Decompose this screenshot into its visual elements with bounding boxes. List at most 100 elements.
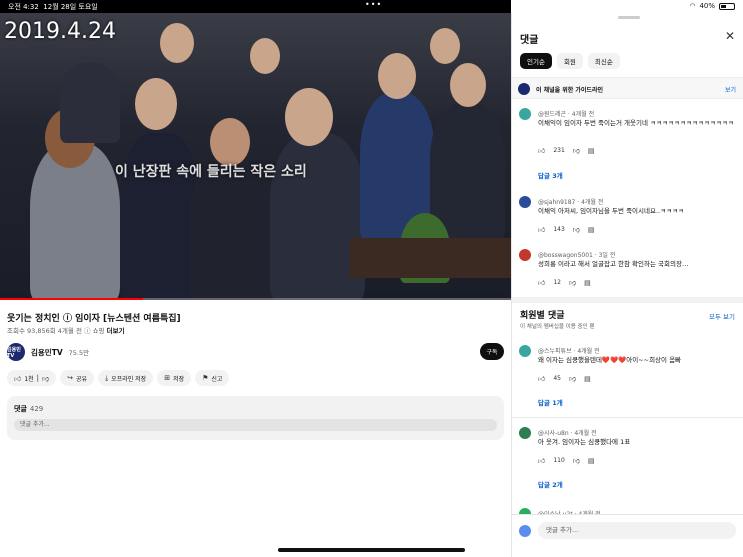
- comment-author[interactable]: @원드레곤 · 4개월 전: [538, 109, 594, 118]
- chip-newest[interactable]: 최신순: [587, 53, 620, 69]
- separator: [512, 417, 743, 418]
- like-count: 1천: [24, 375, 34, 383]
- comment-author[interactable]: @bosswagon5001 · 3일 전: [538, 250, 615, 259]
- battery-icon: [719, 2, 735, 10]
- avatar[interactable]: [519, 249, 531, 261]
- download-button[interactable]: ⤓ 오프라인 저장: [98, 370, 154, 386]
- guidelines-banner[interactable]: 이 채널을 위한 가이드라인 보기: [512, 77, 743, 99]
- channel-subscribers: 75.5만: [68, 349, 90, 357]
- chip-members[interactable]: 회원: [556, 53, 583, 69]
- report-button[interactable]: ⚑ 신고: [195, 370, 230, 386]
- comment-author[interactable]: @시사-u8n · 4개월 전: [538, 428, 597, 437]
- thumbs-up-icon[interactable]: 👍︎: [538, 456, 545, 465]
- like-count: 143: [553, 226, 565, 233]
- close-icon[interactable]: ✕: [725, 29, 735, 43]
- guidelines-link[interactable]: 보기: [725, 85, 736, 94]
- channel-row[interactable]: 김용민TV 김용민TV 75.5만: [7, 343, 89, 361]
- video-progress-bar[interactable]: [0, 298, 511, 300]
- thumbs-up-icon[interactable]: 👍︎: [538, 146, 545, 155]
- crowd-head: [378, 53, 416, 99]
- thumbs-down-icon[interactable]: 👎︎: [573, 456, 580, 465]
- thumbs-down-icon[interactable]: 👎︎: [573, 146, 580, 155]
- app-root: 오전 4:32 12월 28일 토요일 ••• ◠ 40% 2019.4.24 …: [0, 0, 743, 557]
- thumbs-down-icon[interactable]: 👎︎: [569, 374, 576, 383]
- reply-icon[interactable]: ▤: [588, 457, 595, 465]
- battery-percent: 40%: [699, 2, 715, 10]
- member-comment-item: @시사-u8n · 4개월 전 아 웃겨. 임이자는 심쿵했다에 1표 👍︎ 1…: [512, 427, 743, 497]
- drag-handle[interactable]: [618, 16, 640, 19]
- comment-text: 왜 이자는 심쿵했을텐데❤️❤️❤️아이~~희상이 옴빠: [538, 356, 682, 364]
- status-right: ◠ 40%: [689, 2, 735, 10]
- members-section-subtitle: 이 채널의 멤버십을 이용 중인 팬: [520, 324, 595, 330]
- avatar[interactable]: [519, 345, 531, 357]
- comment-actions: 👍︎ 45 👎︎ ▤: [538, 374, 591, 384]
- crowd-figure: [60, 63, 120, 143]
- thumbs-down-icon[interactable]: 👎︎: [569, 278, 576, 287]
- comments-panel: 댓글 ✕ 인기순 회원 최신순 이 채널을 위한 가이드라인 보기 @원드레곤 …: [511, 13, 743, 557]
- video-player[interactable]: 2019.4.24 이 난장판 속에 들리는 작은 소리: [0, 13, 511, 300]
- comment-actions: 👍︎ 12 👎︎ ▤: [538, 278, 591, 288]
- download-icon: ⤓: [105, 373, 109, 382]
- reply-icon[interactable]: ▤: [588, 147, 595, 155]
- replies-link[interactable]: 답글 3개: [538, 170, 563, 180]
- add-comment-input[interactable]: 댓글 추가...: [14, 419, 497, 431]
- crowd-head: [210, 118, 250, 166]
- channel-avatar-small: [518, 83, 530, 95]
- home-indicator[interactable]: [278, 548, 465, 552]
- comment-input[interactable]: 댓글 추가...: [538, 522, 736, 539]
- panel-title: 댓글: [520, 35, 539, 46]
- like-count: 110: [553, 457, 565, 464]
- thumbs-down-icon[interactable]: 👎︎: [573, 225, 580, 234]
- multitasking-dots[interactable]: •••: [365, 0, 382, 9]
- view-all-link[interactable]: 모두 보기: [709, 311, 735, 321]
- comment-actions: 👍︎ 231 👎︎ ▤: [538, 146, 595, 156]
- channel-avatar[interactable]: 김용민TV: [7, 343, 25, 361]
- reply-icon[interactable]: ▤: [588, 226, 595, 234]
- comment-input-bar: 댓글 추가...: [512, 514, 743, 547]
- video-caption-overlay: 이 난장판 속에 들리는 작은 소리: [115, 164, 307, 180]
- avatar[interactable]: [519, 196, 531, 208]
- reply-icon[interactable]: ▤: [584, 279, 591, 287]
- download-label: 오프라인 저장: [111, 375, 147, 383]
- thumbs-up-icon[interactable]: 👍︎: [538, 374, 545, 383]
- more-link[interactable]: 더보기: [107, 327, 125, 335]
- crowd-figure: [120, 133, 200, 300]
- replies-link[interactable]: 답글 1개: [538, 397, 563, 407]
- comment-author[interactable]: @스누피튜브 · 4개월 전: [538, 346, 600, 355]
- reply-icon[interactable]: ▤: [584, 375, 591, 383]
- share-label: 공유: [76, 375, 88, 383]
- video-meta[interactable]: 조회수 93,856회 4개월 전 ⓘ 쇼핑 더보기: [7, 325, 125, 335]
- comment-item: @sjahn9187 · 4개월 전 이채익 아저씨, 임이자님을 두번 죽이시…: [512, 196, 743, 246]
- comment-text: 이채익이 임이자 두번 죽이는거 개웃기네 ㅋㅋㅋㅋㅋㅋㅋㅋㅋㅋㅋㅋㅋㅋ: [538, 119, 734, 127]
- crowd-head: [450, 63, 486, 107]
- desk: [350, 238, 511, 278]
- comment-text: 이채익 아저씨, 임이자님을 두번 죽이시네요..ㅋㅋㅋㅋ: [538, 207, 685, 215]
- share-button[interactable]: ↪ 공유: [60, 370, 95, 386]
- thumbs-up-icon[interactable]: 👍︎: [538, 278, 545, 287]
- video-title: 웃기는 정치인 ⓘ 임이자 [뉴스텐션 여름특집]: [7, 314, 181, 324]
- comment-author[interactable]: @sjahn9187 · 4개월 전: [538, 197, 603, 206]
- status-time: 오전 4:32: [8, 3, 39, 11]
- thumbs-down-icon[interactable]: 👎︎: [42, 374, 49, 383]
- crowd-head: [285, 88, 333, 146]
- channel-name[interactable]: 김용민TV: [31, 347, 63, 358]
- avatar[interactable]: [519, 108, 531, 120]
- thumbs-up-icon[interactable]: 👍︎: [538, 225, 545, 234]
- avatar[interactable]: [519, 427, 531, 439]
- user-avatar: [519, 525, 531, 537]
- subscribe-button[interactable]: 구독: [480, 343, 504, 360]
- status-time-date: 오전 4:32 12월 28일 토요일: [8, 2, 98, 12]
- replies-link[interactable]: 답글 2개: [538, 479, 563, 489]
- chip-top[interactable]: 인기순: [520, 53, 552, 69]
- section-divider: [512, 297, 743, 303]
- members-section-title: 회원별 댓글: [520, 311, 565, 321]
- like-dislike-button[interactable]: 👍︎ 1천 | 👎︎: [7, 370, 57, 386]
- comment-text: 성희롱 이라고 해서 얼굴잡고 한참 확인하는 국회의장…: [538, 260, 689, 268]
- comments-preview[interactable]: 댓글 429 댓글 추가...: [7, 396, 504, 440]
- status-bar: 오전 4:32 12월 28일 토요일 ••• ◠ 40%: [0, 0, 743, 13]
- save-button[interactable]: ⊞ 저장: [157, 370, 192, 386]
- comment-actions: 👍︎ 143 👎︎ ▤: [538, 225, 595, 235]
- guidelines-text: 이 채널을 위한 가이드라인: [536, 87, 603, 94]
- comment-item: @원드레곤 · 4개월 전 이채익이 임이자 두번 죽이는거 개웃기네 ㅋㅋㅋㅋ…: [512, 108, 743, 188]
- member-comment-item: @스누피튜브 · 4개월 전 왜 이자는 심쿵했을텐데❤️❤️❤️아이~~희상이…: [512, 345, 743, 415]
